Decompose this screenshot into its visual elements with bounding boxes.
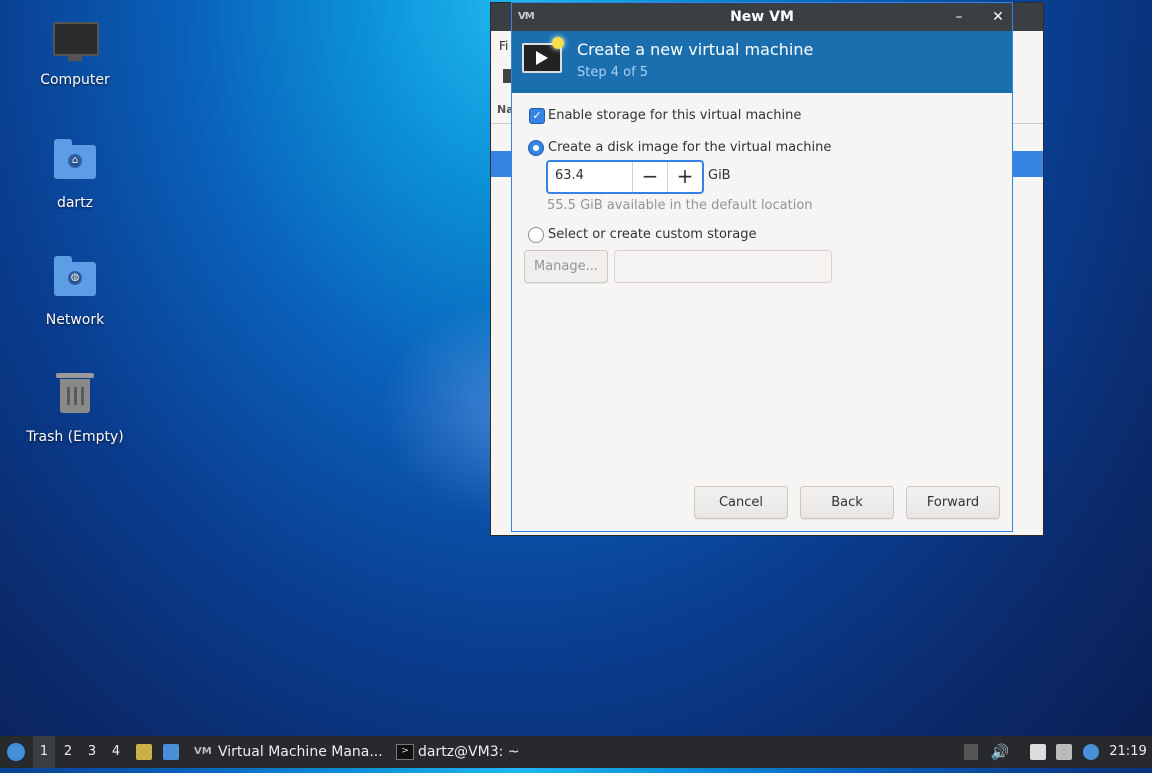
desktop-icon-label: dartz [56, 195, 94, 211]
decrease-button[interactable]: − [632, 162, 667, 192]
new-vm-icon [522, 37, 564, 75]
terminal-icon: > [396, 744, 414, 760]
desktop-icon-label: Trash (Empty) [26, 429, 124, 445]
desktop-icon-computer[interactable]: Computer [15, 22, 135, 88]
custom-storage-path-input[interactable] [614, 250, 832, 283]
desktop-icon-label: Computer [40, 72, 110, 88]
task-terminal[interactable]: > dartz@VM3: ~ [394, 736, 548, 768]
network-folder-icon: ◍ [53, 256, 97, 306]
new-vm-dialog: VM New VM – ✕ Create a new virtual machi… [511, 2, 1013, 532]
network-icon[interactable] [1056, 744, 1072, 760]
computer-icon [53, 22, 99, 66]
banner-step: Step 4 of 5 [577, 65, 649, 80]
workspace-4[interactable]: 4 [105, 736, 127, 768]
tray-expand-icon[interactable] [964, 744, 978, 760]
task-vm-manager[interactable]: VM Virtual Machine Mana... [194, 736, 408, 768]
minimize-button[interactable]: – [949, 8, 969, 26]
desktop-icon-label: Network [45, 312, 105, 328]
menu-file[interactable]: Fi [499, 39, 508, 53]
disk-unit-label: GiB [708, 168, 731, 183]
available-space-hint: 55.5 GiB available in the default locati… [547, 198, 813, 213]
app-menu-button[interactable] [4, 736, 28, 768]
custom-storage-radio[interactable] [528, 227, 544, 243]
clock[interactable]: 21:19 [1108, 736, 1148, 768]
app-menu-icon [7, 743, 25, 761]
workspace-2[interactable]: 2 [57, 736, 79, 768]
file-manager-launcher-icon[interactable] [136, 744, 152, 760]
create-disk-label[interactable]: Create a disk image for the virtual mach… [548, 140, 831, 155]
manage-button[interactable]: Manage... [524, 250, 608, 283]
desktop-icon-network[interactable]: ◍ Network [15, 256, 135, 328]
taskbar: 1 2 3 4 VM Virtual Machine Mana... > dar… [0, 736, 1152, 768]
desktop-launcher-icon[interactable] [163, 744, 179, 760]
enable-storage-checkbox[interactable]: ✓ [529, 108, 545, 124]
wizard-banner: Create a new virtual machine Step 4 of 5 [512, 31, 1012, 93]
back-button[interactable]: Back [800, 486, 894, 519]
cancel-button[interactable]: Cancel [694, 486, 788, 519]
close-button[interactable]: ✕ [988, 8, 1008, 26]
clipboard-icon[interactable] [1030, 744, 1046, 760]
banner-title: Create a new virtual machine [577, 40, 814, 59]
home-folder-icon: ⌂ [53, 139, 97, 189]
trash-icon [53, 373, 97, 423]
notification-icon[interactable] [1083, 744, 1099, 760]
vm-manager-icon: VM [194, 746, 212, 757]
workspace-3[interactable]: 3 [81, 736, 103, 768]
enable-storage-label[interactable]: Enable storage for this virtual machine [548, 108, 801, 123]
custom-storage-label[interactable]: Select or create custom storage [548, 227, 756, 242]
forward-button[interactable]: Forward [906, 486, 1000, 519]
volume-icon[interactable]: 🔊 [990, 736, 1010, 768]
desktop-icon-trash[interactable]: Trash (Empty) [15, 373, 135, 445]
disk-size-spinbox[interactable]: 63.4 − + [546, 160, 704, 194]
disk-size-input[interactable]: 63.4 [555, 168, 584, 183]
create-disk-radio[interactable] [528, 140, 544, 156]
dialog-titlebar: VM New VM – ✕ [512, 3, 1012, 31]
desktop-icon-home[interactable]: ⌂ dartz [15, 139, 135, 211]
task-label: dartz@VM3: ~ [418, 744, 520, 760]
task-label: Virtual Machine Mana... [218, 744, 383, 760]
increase-button[interactable]: + [667, 162, 702, 192]
dialog-title: New VM [730, 9, 794, 25]
workspace-1[interactable]: 1 [33, 736, 55, 768]
